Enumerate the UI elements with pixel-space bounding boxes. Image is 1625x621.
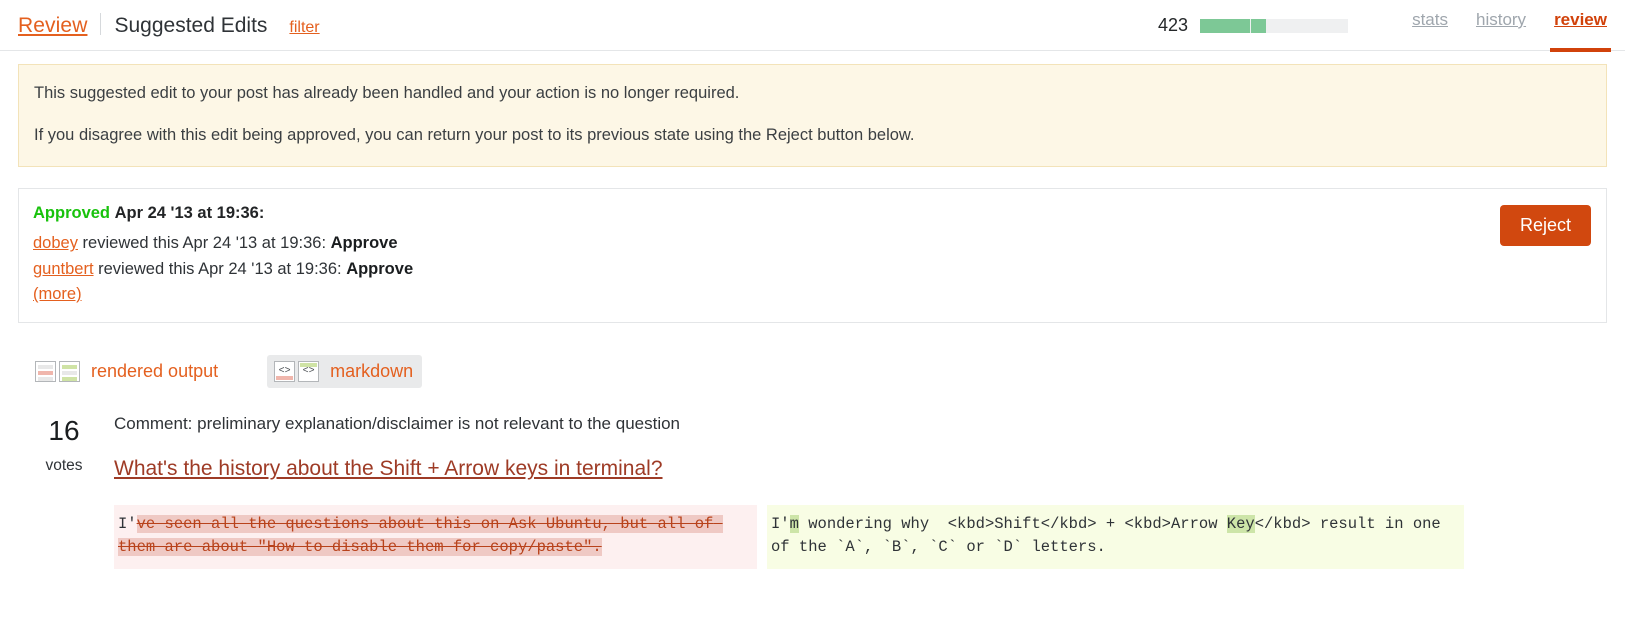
diff-deleted: ve seen all the questions about this on … — [118, 515, 723, 557]
handled-notice: This suggested edit to your post has alr… — [18, 64, 1607, 167]
review-outcome-panel: Approved Apr 24 '13 at 19:36: dobey revi… — [18, 187, 1607, 323]
code-left-icon: <> — [274, 360, 296, 382]
status-badge: Approved — [33, 203, 111, 222]
toggle-rendered-output[interactable]: rendered output — [28, 355, 227, 388]
reviewer-verdict: Approve — [346, 259, 414, 278]
header-breadcrumb: Review Suggested Edits filter — [18, 10, 320, 38]
split-code-icon: <> <> — [274, 360, 320, 382]
diff-context: I' — [118, 515, 137, 534]
reviewer-link[interactable]: dobey — [33, 234, 78, 252]
diff-context: wondering why <kbd>Shift</kbd> + <kbd>Ar… — [798, 515, 1227, 534]
page-header: Review Suggested Edits filter 423 stats … — [0, 0, 1625, 52]
code-right-icon: <> — [298, 360, 320, 382]
edit-comment-text: preliminary explanation/disclaimer is no… — [192, 413, 681, 433]
tab-review[interactable]: review — [1550, 10, 1611, 52]
diff-pane-before: I've seen all the questions about this o… — [114, 505, 757, 570]
toggle-rendered-output-label: rendered output — [91, 360, 219, 381]
vote-block: 16 votes — [28, 414, 100, 570]
diff-context: I' — [771, 515, 790, 534]
diff-inserted: Key — [1226, 515, 1255, 534]
notice-line-2: If you disagree with this edit being app… — [34, 125, 915, 144]
toggle-markdown[interactable]: <> <> markdown — [267, 354, 423, 388]
view-mode-toggles: rendered output <> <> markdown — [28, 354, 1625, 388]
reviewer-link[interactable]: guntbert — [33, 260, 94, 278]
progress-segment-1 — [1200, 18, 1251, 33]
filter-link[interactable]: filter — [289, 19, 319, 37]
tab-history[interactable]: history — [1476, 10, 1526, 41]
post-container: 16 votes Comment: preliminary explanatio… — [0, 414, 1625, 570]
split-panels-icon — [35, 360, 80, 382]
outcome-date: Apr 24 '13 at 19:36: — [114, 203, 265, 222]
reviewer-verdict: Approve — [330, 234, 398, 253]
review-link[interactable]: Review — [18, 14, 87, 38]
notice-line-1: This suggested edit to your post has alr… — [34, 84, 740, 102]
diff-pane-after: I'm wondering why <kbd>Shift</kbd> + <kb… — [767, 505, 1464, 570]
tab-stats[interactable]: stats — [1412, 10, 1448, 41]
edit-comment-prefix: Comment: — [114, 413, 193, 433]
outcome-heading: Approved Apr 24 '13 at 19:36: — [33, 203, 1590, 224]
reputation-count: 423 — [1158, 15, 1189, 35]
post-title-link[interactable]: What's the history about the Shift + Arr… — [114, 456, 1625, 481]
page-title: Suggested Edits — [114, 14, 268, 37]
show-more-link[interactable]: (more) — [33, 282, 82, 308]
header-status-area: 423 stats history review — [1158, 10, 1611, 52]
vote-label: votes — [45, 457, 83, 475]
post-main: Comment: preliminary explanation/disclai… — [100, 414, 1625, 570]
reject-button[interactable]: Reject — [1499, 204, 1591, 246]
progress-segment-2 — [1250, 18, 1266, 33]
reviewer-text: reviewed this Apr 24 '13 at 19:36: — [77, 234, 331, 253]
edit-comment: Comment: preliminary explanation/disclai… — [114, 414, 1625, 434]
diff-inserted: m — [789, 515, 799, 534]
review-progress-bar — [1200, 18, 1349, 33]
vote-count: 16 — [48, 414, 80, 446]
diff-view: I've seen all the questions about this o… — [114, 505, 1625, 570]
toggle-markdown-label: markdown — [330, 360, 414, 381]
reviewer-row: dobey reviewed this Apr 24 '13 at 19:36:… — [33, 231, 1590, 257]
reviewer-row: guntbert reviewed this Apr 24 '13 at 19:… — [33, 257, 1590, 283]
panel-right-icon — [59, 360, 80, 382]
reviewer-text: reviewed this Apr 24 '13 at 19:36: — [93, 259, 347, 278]
panel-left-icon — [35, 360, 56, 382]
breadcrumb-divider — [100, 13, 102, 35]
